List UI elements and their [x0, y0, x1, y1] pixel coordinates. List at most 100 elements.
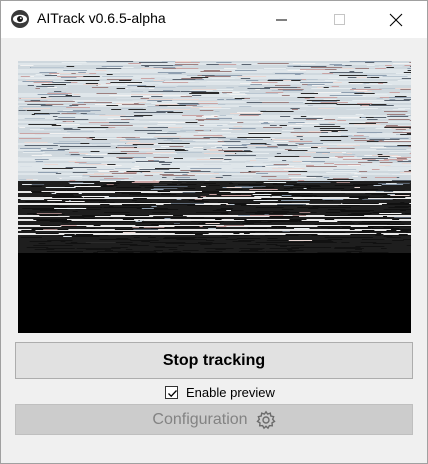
preview-noise — [308, 208, 319, 209]
preview-noise — [154, 246, 165, 247]
preview-noise — [279, 125, 287, 126]
preview-noise — [256, 173, 269, 174]
preview-stripe — [18, 121, 411, 123]
preview-noise — [111, 109, 122, 110]
preview-noise — [106, 184, 114, 185]
title-bar[interactable]: AITrack v0.6.5-alpha — [1, 1, 427, 38]
preview-noise — [381, 204, 411, 205]
preview-noise — [400, 89, 411, 90]
preview-noise — [215, 219, 222, 220]
preview-noise — [354, 93, 375, 94]
preview-noise — [25, 201, 48, 202]
preview-noise — [258, 121, 275, 122]
preview-noise — [246, 160, 269, 161]
preview-noise — [349, 123, 377, 124]
preview-noise — [120, 180, 153, 181]
preview-noise — [352, 100, 385, 101]
preview-noise — [96, 68, 122, 69]
stop-tracking-button[interactable]: Stop tracking — [15, 342, 413, 379]
preview-noise — [133, 237, 140, 238]
preview-noise — [264, 87, 297, 88]
preview-noise — [125, 215, 150, 216]
preview-noise — [248, 132, 281, 133]
preview-noise — [297, 97, 317, 98]
close-button[interactable] — [373, 1, 419, 38]
preview-noise — [115, 103, 134, 104]
preview-noise — [357, 103, 373, 104]
preview-noise — [408, 170, 411, 171]
preview-noise — [32, 209, 44, 210]
preview-noise — [222, 145, 247, 146]
preview-noise — [157, 95, 187, 96]
preview-noise — [216, 62, 232, 63]
preview-noise — [171, 141, 196, 142]
enable-preview-toggle[interactable]: Enable preview — [165, 384, 275, 401]
preview-noise — [350, 189, 379, 190]
preview-noise — [26, 110, 41, 111]
preview-noise — [277, 145, 298, 146]
preview-noise — [276, 144, 288, 145]
preview-noise — [119, 80, 132, 81]
preview-noise — [343, 157, 358, 158]
preview-noise — [111, 102, 138, 103]
preview-noise — [35, 88, 40, 89]
preview-noise — [250, 171, 260, 172]
preview-noise — [271, 226, 287, 227]
preview-noise — [182, 174, 188, 175]
preview-noise — [314, 126, 341, 127]
preview-noise — [288, 125, 303, 126]
preview-noise — [393, 63, 411, 64]
preview-noise — [248, 228, 268, 229]
preview-noise — [320, 227, 341, 228]
preview-noise — [357, 232, 370, 233]
preview-noise — [255, 158, 268, 159]
preview-noise — [127, 142, 141, 143]
preview-noise — [268, 179, 292, 180]
preview-noise — [116, 157, 134, 158]
preview-noise — [120, 116, 144, 117]
preview-noise — [134, 115, 153, 116]
preview-noise — [174, 158, 183, 159]
preview-noise — [293, 140, 301, 141]
preview-noise — [231, 99, 240, 100]
preview-noise — [53, 143, 85, 144]
preview-noise — [371, 169, 380, 170]
preview-noise — [168, 73, 182, 74]
preview-noise — [99, 151, 113, 152]
preview-noise — [161, 177, 167, 178]
preview-noise — [45, 187, 76, 188]
preview-noise — [389, 138, 409, 139]
preview-noise — [144, 175, 154, 176]
preview-noise — [214, 146, 244, 147]
preview-noise — [329, 95, 363, 96]
preview-noise — [97, 85, 128, 86]
preview-noise — [198, 101, 218, 102]
preview-noise — [153, 155, 161, 156]
preview-noise — [263, 127, 283, 128]
preview-noise — [297, 189, 306, 190]
preview-noise — [207, 143, 226, 144]
preview-noise — [33, 179, 38, 180]
preview-noise — [24, 142, 48, 143]
preview-noise — [65, 95, 73, 96]
preview-noise — [383, 216, 388, 217]
preview-noise — [283, 185, 294, 186]
preview-noise — [152, 160, 159, 161]
preview-noise — [249, 160, 257, 161]
preview-noise — [148, 237, 156, 238]
preview-noise — [61, 222, 69, 223]
preview-noise — [320, 140, 342, 141]
preview-noise — [158, 143, 190, 144]
preview-noise — [165, 232, 190, 233]
enable-preview-checkbox[interactable] — [165, 386, 178, 399]
preview-noise — [271, 217, 289, 218]
preview-noise — [215, 177, 223, 178]
preview-noise — [184, 147, 190, 148]
preview-noise — [139, 252, 158, 253]
preview-noise — [55, 173, 62, 174]
preview-noise — [183, 231, 213, 232]
minimize-button[interactable] — [259, 1, 305, 38]
preview-noise — [365, 62, 375, 63]
preview-noise — [161, 193, 171, 194]
preview-noise — [311, 235, 329, 236]
